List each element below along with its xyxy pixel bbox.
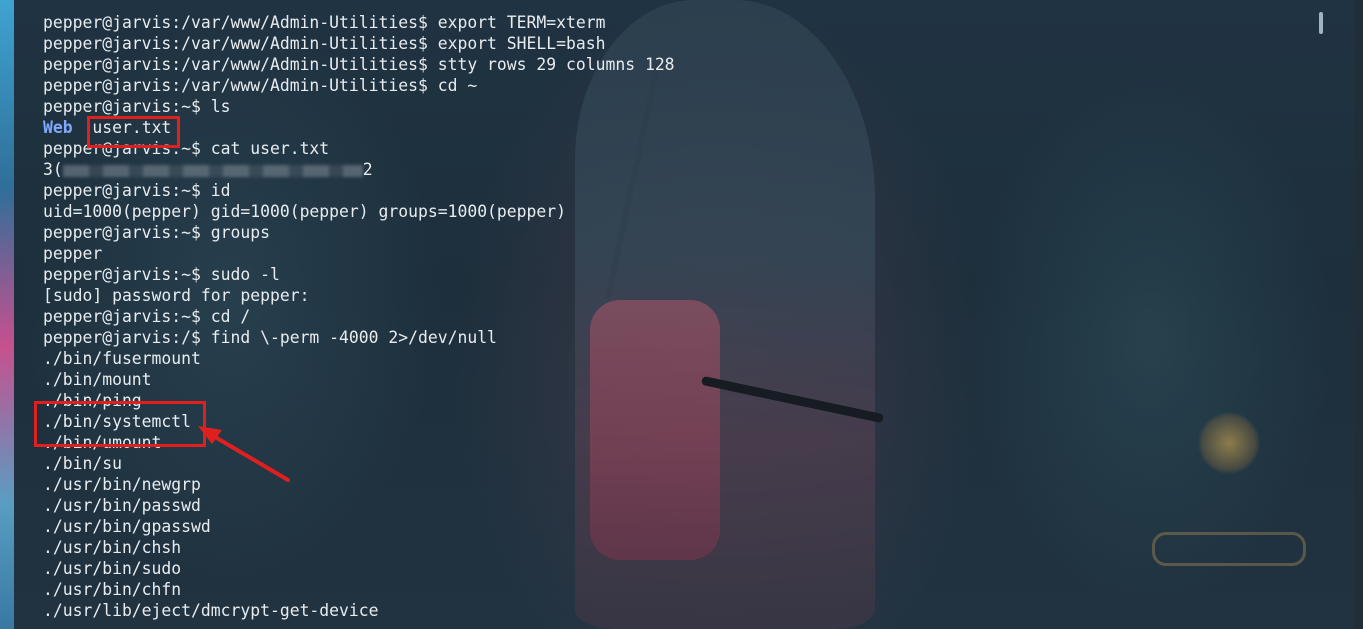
redaction-blur [62, 164, 363, 177]
terminal-line: ./usr/bin/gpasswd [43, 517, 211, 536]
terminal-line: ./usr/bin/passwd [43, 496, 201, 515]
terminal-line: pepper@jarvis:/var/www/Admin-Utilities$ … [43, 34, 606, 53]
terminal-line: pepper@jarvis:~$ sudo -l [43, 265, 280, 284]
user-txt-highlight-box [87, 116, 180, 148]
terminal-line: uid=1000(pepper) gid=1000(pepper) groups… [43, 202, 567, 221]
terminal-line: ./usr/bin/sudo [43, 559, 182, 578]
terminal-output[interactable]: pepper@jarvis:/var/www/Admin-Utilities$ … [43, 12, 675, 621]
terminal-line: pepper@jarvis:/$ find \-perm -4000 2>/de… [43, 328, 497, 347]
terminal-line: pepper@jarvis:~$ cd / [43, 307, 251, 326]
terminal-line: ./usr/bin/newgrp [43, 475, 201, 494]
terminal-line: pepper@jarvis:~$ ls [43, 97, 231, 116]
terminal-line: ./bin/mount [43, 370, 152, 389]
terminal-line: ./usr/lib/eject/dmcrypt-get-device [43, 601, 379, 620]
terminal-line: ./usr/bin/chfn [43, 580, 182, 599]
terminal-line: ./bin/fusermount [43, 349, 201, 368]
terminal-line: ./usr/bin/chsh [43, 538, 182, 557]
directory-entry: Web [43, 118, 73, 137]
terminal-line: pepper@jarvis:~$ id [43, 181, 231, 200]
wallpaper-lamp [1198, 412, 1260, 474]
terminal-line: pepper@jarvis:/var/www/Admin-Utilities$ … [43, 55, 675, 74]
terminal-line: [sudo] password for pepper: [43, 286, 310, 305]
terminal-line: pepper@jarvis:/var/www/Admin-Utilities$ … [43, 76, 478, 95]
wallpaper-sign [1152, 532, 1306, 566]
redacted-hash-line: 3( 2 [43, 159, 675, 180]
terminal-line: ./bin/su [43, 454, 122, 473]
terminal-line: pepper [43, 244, 103, 263]
systemctl-highlight-box [34, 401, 206, 447]
terminal-line: pepper@jarvis:~$ groups [43, 223, 270, 242]
window-right-edge [1355, 0, 1363, 629]
terminal-scrollbar[interactable] [1319, 12, 1323, 34]
hash-end: 2 [362, 160, 373, 179]
terminal-line: pepper@jarvis:/var/www/Admin-Utilities$ … [43, 13, 606, 32]
annotation-arrow-icon [198, 426, 290, 482]
hash-start: 3( [43, 160, 63, 179]
wallpaper-left-glow [0, 0, 14, 629]
